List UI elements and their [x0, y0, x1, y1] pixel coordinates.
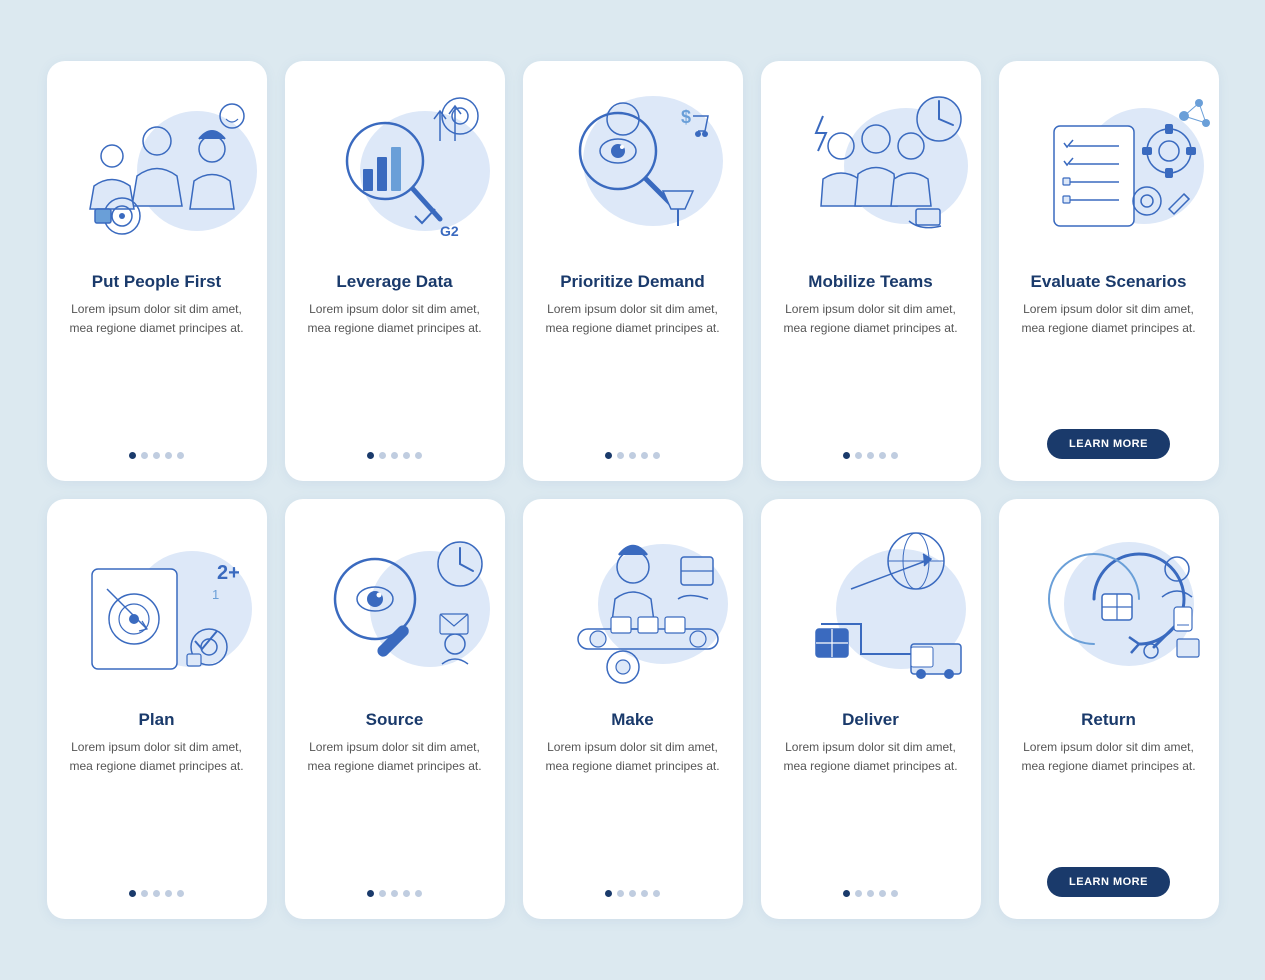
svg-text:1: 1 [212, 587, 219, 602]
card-title-plan: Plan [139, 709, 175, 730]
card-dots-mobilize-teams [843, 452, 898, 459]
dot-3[interactable] [879, 890, 886, 897]
illustration-evaluate-scenarios [999, 61, 1219, 261]
card-body-put-people-first: Lorem ipsum dolor sit dim amet, mea regi… [65, 300, 249, 436]
card-put-people-first: Put People First Lorem ipsum dolor sit di… [47, 61, 267, 481]
card-dots-plan [129, 890, 184, 897]
dot-0[interactable] [367, 890, 374, 897]
svg-text:$: $ [681, 107, 691, 127]
dot-0[interactable] [605, 452, 612, 459]
dot-2[interactable] [391, 890, 398, 897]
dot-1[interactable] [617, 890, 624, 897]
illustration-source [285, 499, 505, 699]
card-body-plan: Lorem ipsum dolor sit dim amet, mea regi… [65, 738, 249, 874]
card-body-source: Lorem ipsum dolor sit dim amet, mea regi… [303, 738, 487, 874]
card-dots-source [367, 890, 422, 897]
dot-0[interactable] [605, 890, 612, 897]
dot-3[interactable] [165, 452, 172, 459]
illustration-return [999, 499, 1219, 699]
card-plan: 2+ 1 Plan Lorem ipsum dolor sit dim amet,… [47, 499, 267, 919]
card-mobilize-teams: Mobilize Teams Lorem ipsum dolor sit dim … [761, 61, 981, 481]
svg-text:2+: 2+ [217, 562, 240, 584]
dot-3[interactable] [403, 890, 410, 897]
dot-2[interactable] [629, 452, 636, 459]
card-title-evaluate-scenarios: Evaluate Scenarios [1031, 271, 1187, 292]
illustration-deliver [761, 499, 981, 699]
dot-4[interactable] [415, 890, 422, 897]
dot-3[interactable] [641, 452, 648, 459]
card-body-mobilize-teams: Lorem ipsum dolor sit dim amet, mea regi… [779, 300, 963, 436]
card-leverage-data: G2 Leverage Data Lorem ipsum dolor sit di… [285, 61, 505, 481]
card-deliver: Deliver Lorem ipsum dolor sit dim amet, m… [761, 499, 981, 919]
card-title-put-people-first: Put People First [92, 271, 221, 292]
dot-2[interactable] [153, 452, 160, 459]
dot-3[interactable] [641, 890, 648, 897]
dot-3[interactable] [879, 452, 886, 459]
card-return: Return Lorem ipsum dolor sit dim amet, me… [999, 499, 1219, 919]
illustration-mobilize-teams [761, 61, 981, 261]
card-evaluate-scenarios: Evaluate Scenarios Lorem ipsum dolor sit … [999, 61, 1219, 481]
dot-4[interactable] [891, 890, 898, 897]
dot-0[interactable] [129, 452, 136, 459]
card-title-deliver: Deliver [842, 709, 899, 730]
card-dots-put-people-first [129, 452, 184, 459]
dot-3[interactable] [165, 890, 172, 897]
card-body-make: Lorem ipsum dolor sit dim amet, mea regi… [541, 738, 725, 874]
dot-1[interactable] [141, 452, 148, 459]
dot-2[interactable] [867, 890, 874, 897]
svg-text:G2: G2 [440, 223, 459, 239]
card-grid: Put People First Lorem ipsum dolor sit di… [47, 61, 1219, 919]
dot-0[interactable] [843, 452, 850, 459]
dot-4[interactable] [415, 452, 422, 459]
card-title-prioritize-demand: Prioritize Demand [560, 271, 705, 292]
dot-1[interactable] [379, 452, 386, 459]
dot-3[interactable] [403, 452, 410, 459]
card-source: Source Lorem ipsum dolor sit dim amet, me… [285, 499, 505, 919]
dot-2[interactable] [391, 452, 398, 459]
card-body-deliver: Lorem ipsum dolor sit dim amet, mea regi… [779, 738, 963, 874]
dot-1[interactable] [379, 890, 386, 897]
card-dots-leverage-data [367, 452, 422, 459]
dot-2[interactable] [153, 890, 160, 897]
card-body-prioritize-demand: Lorem ipsum dolor sit dim amet, mea regi… [541, 300, 725, 436]
dot-4[interactable] [891, 452, 898, 459]
card-title-return: Return [1081, 709, 1136, 730]
illustration-leverage-data: G2 [285, 61, 505, 261]
dot-1[interactable] [855, 452, 862, 459]
learn-more-button-return[interactable]: LEARN MORE [1047, 867, 1170, 897]
dot-0[interactable] [843, 890, 850, 897]
card-title-make: Make [611, 709, 654, 730]
dot-0[interactable] [129, 890, 136, 897]
card-body-return: Lorem ipsum dolor sit dim amet, mea regi… [1017, 738, 1201, 853]
dot-1[interactable] [855, 890, 862, 897]
dot-2[interactable] [867, 452, 874, 459]
illustration-make [523, 499, 743, 699]
card-body-evaluate-scenarios: Lorem ipsum dolor sit dim amet, mea regi… [1017, 300, 1201, 415]
dot-1[interactable] [141, 890, 148, 897]
dot-2[interactable] [629, 890, 636, 897]
dot-4[interactable] [653, 452, 660, 459]
dot-4[interactable] [177, 452, 184, 459]
dot-4[interactable] [653, 890, 660, 897]
dot-0[interactable] [367, 452, 374, 459]
card-title-leverage-data: Leverage Data [336, 271, 452, 292]
dot-1[interactable] [617, 452, 624, 459]
illustration-plan: 2+ 1 [47, 499, 267, 699]
learn-more-button-evaluate-scenarios[interactable]: LEARN MORE [1047, 429, 1170, 459]
card-dots-prioritize-demand [605, 452, 660, 459]
card-prioritize-demand: $ Prioritize Demand Lorem ipsum dolor sit… [523, 61, 743, 481]
dot-4[interactable] [177, 890, 184, 897]
card-title-source: Source [366, 709, 424, 730]
card-title-mobilize-teams: Mobilize Teams [808, 271, 932, 292]
illustration-put-people-first [47, 61, 267, 261]
card-dots-make [605, 890, 660, 897]
card-body-leverage-data: Lorem ipsum dolor sit dim amet, mea regi… [303, 300, 487, 436]
card-dots-deliver [843, 890, 898, 897]
illustration-prioritize-demand: $ [523, 61, 743, 261]
card-make: Make Lorem ipsum dolor sit dim amet, mea … [523, 499, 743, 919]
